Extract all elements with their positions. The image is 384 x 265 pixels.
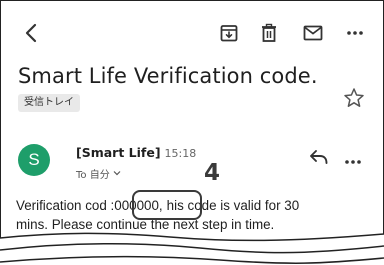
email-subject: Smart Life Verification code. xyxy=(18,64,318,88)
chevron-down-icon xyxy=(113,168,121,179)
message-time: 15:18 xyxy=(164,147,197,160)
message-more-icon[interactable] xyxy=(344,150,366,164)
recipient-line[interactable]: To 自分 xyxy=(76,166,121,181)
sender-avatar[interactable]: S xyxy=(18,144,50,176)
torn-edge-divider xyxy=(0,232,384,265)
inbox-label-chip[interactable]: 受信トレイ xyxy=(18,94,80,112)
reply-icon[interactable] xyxy=(308,148,330,166)
trash-icon[interactable] xyxy=(258,22,280,44)
star-icon[interactable] xyxy=(342,86,366,110)
step-number-annotation: 4 xyxy=(204,160,221,186)
sender-name: [Smart Life] xyxy=(76,145,161,160)
more-icon[interactable] xyxy=(344,22,366,44)
sender-line: [Smart Life] 15:18 xyxy=(76,145,196,160)
recipient-text: To 自分 xyxy=(76,170,110,181)
code-highlight-box xyxy=(132,190,202,220)
mail-icon[interactable] xyxy=(302,22,324,44)
archive-icon[interactable] xyxy=(218,22,240,44)
toolbar xyxy=(0,0,384,62)
back-arrow-icon[interactable] xyxy=(22,22,40,44)
